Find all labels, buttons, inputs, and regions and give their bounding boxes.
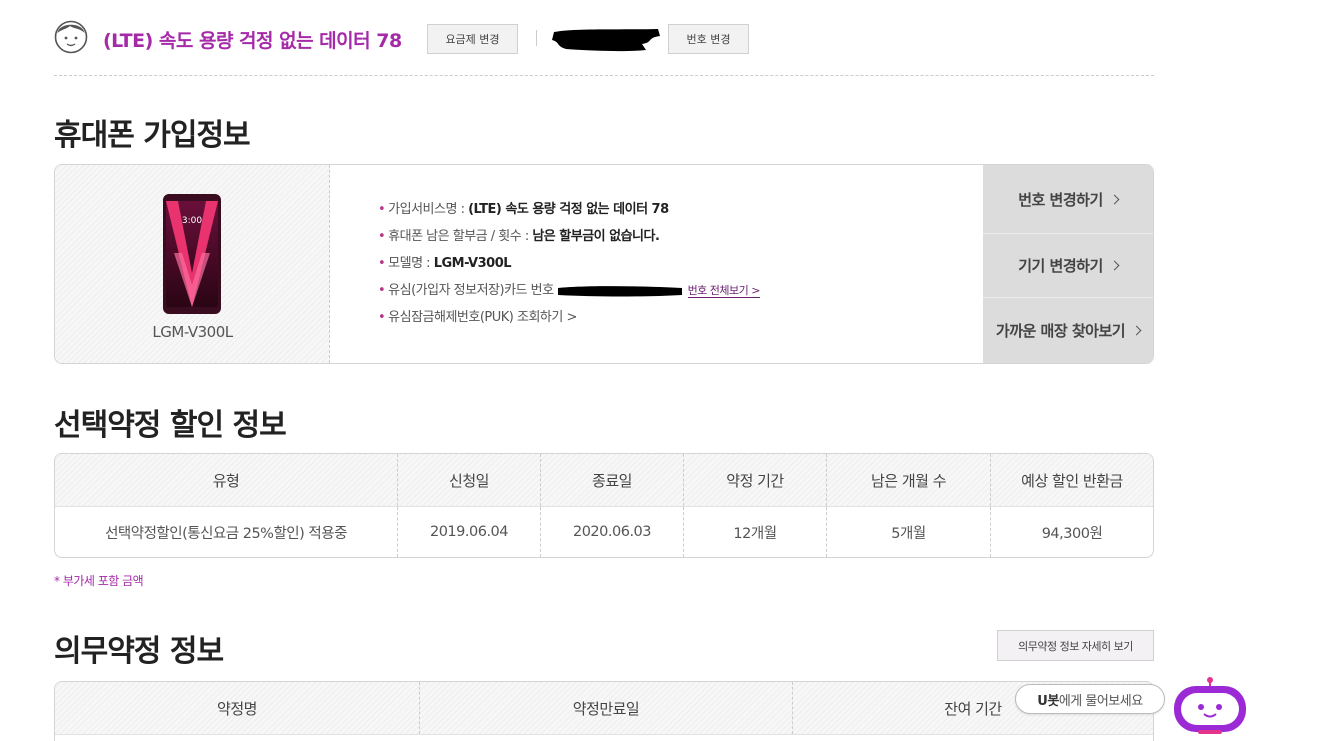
phone-section-title: 휴대폰 가입정보 bbox=[54, 118, 251, 153]
table-header-row: 약정명 약정만료일 잔여 기간 bbox=[55, 682, 1153, 735]
table-cell: 12개월 bbox=[683, 507, 826, 557]
divider bbox=[536, 30, 537, 46]
ubot-chat-bubble[interactable]: U봇 에게 물어보세요 bbox=[1015, 684, 1165, 714]
change-device-side-button[interactable]: 기기 변경하기 bbox=[983, 233, 1153, 297]
column-header: 예상 할인 반환금 bbox=[990, 454, 1153, 506]
select-contract-title: 선택약정 할인 정보 bbox=[54, 408, 287, 443]
installment-value: 남은 할부금이 없습니다. bbox=[532, 229, 660, 244]
phone-image: 3:00 bbox=[163, 194, 221, 314]
table-cell: 5개월 bbox=[826, 507, 990, 557]
mandatory-contract-detail-button[interactable]: 의무약정 정보 자세히 보기 bbox=[997, 630, 1154, 661]
column-header: 남은 개월 수 bbox=[826, 454, 990, 506]
phone-info-box: 3:00 LGM-V300L • 가입서비스명 : (LTE) 속도 용량 걱정 … bbox=[54, 164, 1154, 364]
column-header: 약정 기간 bbox=[683, 454, 826, 506]
table-cell: 선택약정할인(통신요금 25%할인) 적용중 bbox=[105, 525, 347, 542]
column-header: 약정명 bbox=[217, 699, 257, 718]
plan-bar: (LTE) 속도 용량 걱정 없는 데이터 78 요금제 변경 번호 변경 bbox=[54, 14, 1154, 76]
table-cell: 2020.06.03 bbox=[540, 507, 683, 557]
select-contract-table: 유형 신청일 종료일 약정 기간 남은 개월 수 예상 할인 반환금 선택약정할… bbox=[54, 453, 1154, 558]
change-number-side-button[interactable]: 번호 변경하기 bbox=[983, 165, 1153, 233]
info-item-model: • 모델명 : LGM-V300L bbox=[378, 256, 512, 271]
plan-name: (LTE) 속도 용량 걱정 없는 데이터 78 bbox=[103, 30, 402, 52]
service-name-value: (LTE) 속도 용량 걱정 없는 데이터 78 bbox=[468, 202, 669, 217]
ubot-robot-icon[interactable] bbox=[1172, 676, 1248, 736]
info-item-sim: • 유심(가입자 정보저장)카드 번호 번호 전체보기 > bbox=[378, 283, 761, 298]
column-header: 유형 bbox=[212, 471, 240, 490]
user-avatar-icon bbox=[54, 20, 88, 54]
chevron-right-icon bbox=[1131, 325, 1142, 336]
info-item-service: • 가입서비스명 : (LTE) 속도 용량 걱정 없는 데이터 78 bbox=[378, 202, 669, 217]
table-cell: 2019.06.04 bbox=[397, 507, 540, 557]
vat-note: * 부가세 포함 금액 bbox=[54, 574, 144, 588]
phone-side-buttons: 번호 변경하기 기기 변경하기 가까운 매장 찾아보기 bbox=[983, 165, 1153, 363]
column-header: 약정만료일 bbox=[419, 682, 792, 734]
table-row: 선택약정할인(통신요금 25%할인) 적용중 2019.06.04 2020.0… bbox=[55, 507, 1153, 557]
info-item-installment: • 휴대폰 남은 할부금 / 횟수 : 남은 할부금이 없습니다. bbox=[378, 229, 660, 244]
change-plan-button[interactable]: 요금제 변경 bbox=[427, 24, 518, 54]
mandatory-contract-table: 약정명 약정만료일 잔여 기간 bbox=[54, 681, 1154, 741]
table-cell: 94,300원 bbox=[990, 507, 1153, 557]
column-header: 종료일 bbox=[540, 454, 683, 506]
model-value: LGM-V300L bbox=[433, 256, 512, 271]
view-full-number-link[interactable]: 번호 전체보기 > bbox=[687, 284, 761, 298]
phone-screen-time: 3:00 bbox=[182, 216, 202, 226]
column-header: 신청일 bbox=[397, 454, 540, 506]
chevron-right-icon bbox=[1109, 260, 1120, 271]
table-header-row: 유형 신청일 종료일 약정 기간 남은 개월 수 예상 할인 반환금 bbox=[55, 454, 1153, 507]
phone-number-redaction bbox=[552, 29, 660, 52]
change-number-button[interactable]: 번호 변경 bbox=[668, 24, 749, 54]
chevron-right-icon bbox=[1109, 194, 1120, 204]
sim-number-redaction bbox=[557, 285, 682, 296]
phone-model-label: LGM-V300L bbox=[152, 323, 233, 341]
phone-image-column: 3:00 LGM-V300L bbox=[55, 165, 330, 363]
phone-info-list: • 가입서비스명 : (LTE) 속도 용량 걱정 없는 데이터 78 • 휴대폰 … bbox=[378, 200, 761, 335]
puk-lookup-link[interactable]: • 유심잠금해제번호(PUK) 조회하기 > bbox=[378, 308, 760, 335]
find-store-side-button[interactable]: 가까운 매장 찾아보기 bbox=[983, 297, 1153, 363]
mandatory-contract-title: 의무약정 정보 bbox=[54, 634, 224, 669]
